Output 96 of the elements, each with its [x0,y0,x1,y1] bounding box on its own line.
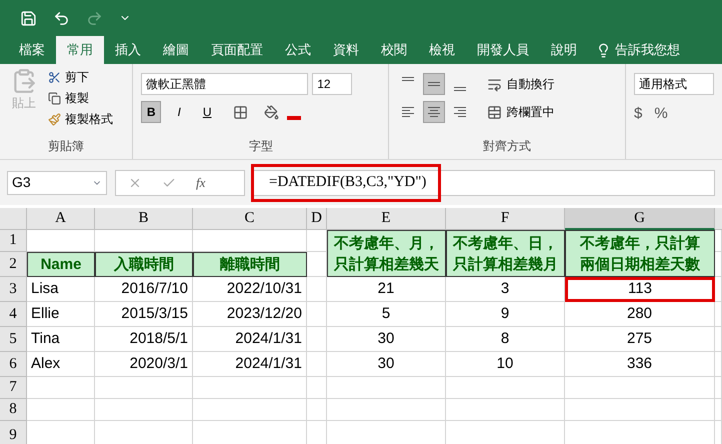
save-icon[interactable] [20,10,37,26]
ribbon-tab[interactable]: 檔案 [8,36,56,64]
table-cell: 2022/10/31 [193,277,307,302]
column-header[interactable]: E [327,208,446,230]
copy-button[interactable]: 複製 [48,89,113,107]
row-number[interactable]: 2 [0,252,27,277]
ribbon-tab[interactable]: 繪圖 [152,36,200,64]
row-number[interactable]: 9 [0,421,27,444]
lightbulb-icon [596,42,611,58]
ribbon-tab[interactable]: 校閱 [370,36,418,64]
font-size-field[interactable]: 12 [312,73,352,95]
table-cell: 2018/5/1 [95,327,193,352]
table-cell: Lisa [27,277,95,302]
table-cell: 30 [327,327,446,352]
cut-button[interactable]: 剪下 [48,68,113,86]
table-cell: 2023/12/20 [193,302,307,327]
column-header[interactable]: B [95,208,193,230]
font-style-button[interactable]: B [141,101,162,123]
table-cell: 5 [327,302,446,327]
header-cell: 入職時間 [95,252,193,277]
formula-field[interactable]: =DATEDIF(B3,C3,"YD") [253,170,715,196]
function-button[interactable]: fx [196,172,206,192]
header-cell: 離職時間 [193,252,307,277]
borders-icon[interactable] [233,104,248,120]
group-label: 剪貼簿 [47,138,86,155]
table-cell: 8 [446,327,565,352]
font-style-button[interactable]: I [169,101,190,123]
table-cell: 21 [327,277,446,302]
ribbon-tab[interactable]: 頁面配置 [200,36,274,64]
copy-icon [48,92,61,104]
currency-button[interactable]: $ [634,103,642,126]
header-cell: 不考慮年、日，只計算相差幾月 [446,230,565,277]
table-cell: 10 [446,352,565,377]
row-number[interactable]: 3 [0,277,27,302]
scissors-icon [48,70,61,84]
align-button[interactable] [423,73,446,95]
table-cell: 30 [327,352,446,377]
ribbon-tab[interactable]: 檢視 [418,36,466,64]
header-cell: Name [27,252,95,277]
row-number[interactable]: 8 [0,399,27,421]
align-icon [428,107,440,117]
table-cell[interactable]: 113 [565,277,715,302]
table-cell[interactable]: 275 [565,327,715,352]
format-painter-button[interactable]: 複製格式 [48,110,113,128]
wrap-text-icon [487,76,502,92]
ribbon-tab[interactable]: 常用 [56,36,104,64]
row-number[interactable]: 7 [0,377,27,399]
align-icon [402,77,414,81]
row-number[interactable]: 4 [0,302,27,327]
header-cell: 不考慮年，只計算兩個日期相差天數 [565,230,715,277]
font-style-button[interactable]: U [197,101,218,123]
table-cell: Alex [27,352,95,377]
column-header[interactable]: C [193,208,307,230]
align-icon [454,107,466,117]
table-cell: 2020/3/1 [95,352,193,377]
table-cell[interactable]: 336 [565,352,715,377]
fill-color-icon[interactable] [264,104,280,120]
table-cell: 9 [446,302,565,327]
row-number[interactable]: 6 [0,352,27,377]
column-header[interactable]: D [307,208,327,230]
font-name-field[interactable]: 微軟正黑體 [141,73,308,95]
merge-icon [487,104,502,120]
table-cell: 3 [446,277,565,302]
table-cell: 2015/3/15 [95,302,193,327]
number-format-field[interactable]: 通用格式 [634,73,714,95]
row-number[interactable]: 1 [0,230,27,252]
column-header[interactable]: A [27,208,95,230]
align-icon [454,87,466,91]
column-header[interactable]: G [565,208,715,230]
ribbon-tab[interactable]: 開發人員 [466,36,540,64]
align-button[interactable] [423,101,446,123]
paintbrush-icon [48,112,61,126]
percent-button[interactable]: % [654,103,668,126]
table-cell: Ellie [27,302,95,327]
table-cell: 2024/1/31 [193,327,307,352]
ribbon-tab[interactable]: 說明 [540,36,588,64]
table-cell: 2016/7/10 [95,277,193,302]
header-cell: 不考慮年、月，只計算相差幾天 [327,230,446,277]
group-label: 字型 [248,138,274,155]
table-cell[interactable]: 280 [565,302,715,327]
wrap-text-button[interactable]: 自動換行 [506,75,554,93]
merge-center-button[interactable]: 跨欄置中 [506,103,554,121]
name-box[interactable]: G3 [7,170,107,194]
ribbon-tab[interactable]: 插入 [104,36,152,64]
column-header[interactable]: F [446,208,565,230]
ribbon-tab[interactable]: 公式 [274,36,322,64]
row-number[interactable]: 5 [0,327,27,352]
table-cell: Tina [27,327,95,352]
group-label: 對齊方式 [482,138,532,155]
tell-me-field[interactable]: 告訴我您想 [615,40,680,60]
align-icon [428,82,440,86]
table-cell: 2024/1/31 [193,352,307,377]
align-icon [402,107,414,117]
font-color-icon[interactable] [287,116,302,120]
ribbon-tab[interactable]: 資料 [322,36,370,64]
undo-icon[interactable] [53,10,70,26]
